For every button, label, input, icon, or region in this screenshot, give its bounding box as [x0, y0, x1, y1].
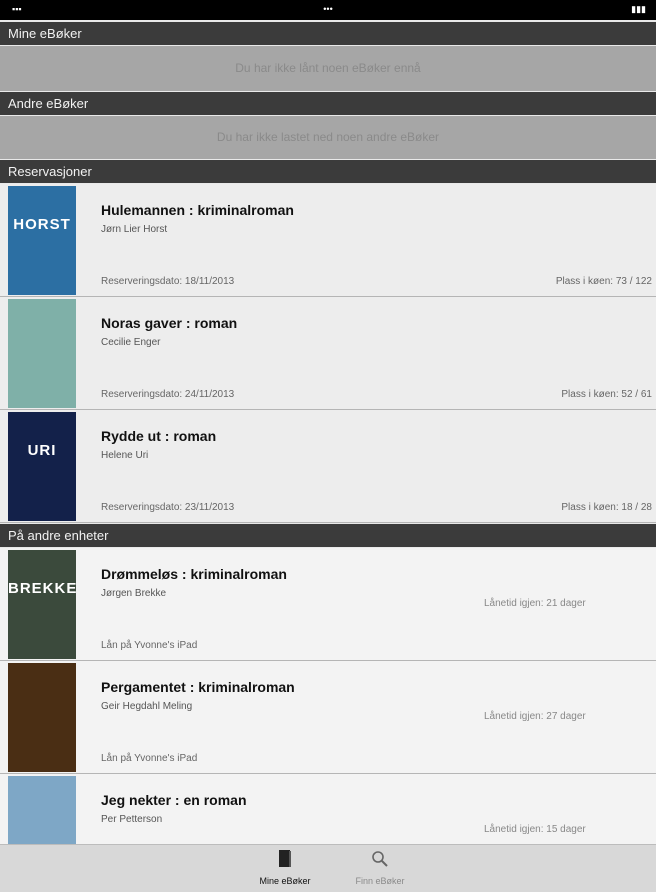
- search-icon: [372, 851, 388, 867]
- tab-my-ebooks[interactable]: Mine eBøker: [250, 849, 320, 886]
- battery-icon: ▮▮▮: [631, 4, 646, 14]
- cover-text: URI: [27, 442, 57, 459]
- book-title: Jeg nekter : en roman: [101, 792, 247, 808]
- book-icon: [279, 850, 291, 867]
- tab-label: Finn eBøker: [355, 876, 405, 886]
- status-clock: •••: [323, 4, 333, 14]
- device-loan-row[interactable]: BREKKE Drømmeløs : kriminalroman Jørgen …: [0, 548, 656, 661]
- reservation-date: Reserveringsdato: 18/11/2013: [101, 276, 235, 287]
- loan-time-remaining: Lånetid igjen: 15 dager: [484, 824, 586, 835]
- tab-find-ebooks[interactable]: Finn eBøker: [345, 849, 415, 886]
- book-cover: BREKKE: [8, 550, 76, 659]
- app-window: ▪▪▪ ••• ▮▮▮ Mine eBøker Du har ikke lånt…: [0, 0, 656, 892]
- loan-time-remaining: Lånetid igjen: 27 dager: [484, 711, 586, 722]
- queue-position: Plass i køen: 18 / 28: [561, 502, 652, 513]
- book-cover: [8, 299, 76, 408]
- queue-position: Plass i køen: 52 / 61: [561, 389, 652, 400]
- book-title: Noras gaver : roman: [101, 315, 238, 331]
- book-cover: URI: [8, 412, 76, 521]
- loan-time-remaining: Lånetid igjen: 21 dager: [484, 598, 586, 609]
- book-title: Rydde ut : roman: [101, 428, 217, 444]
- section-header-reservations: Reservasjoner: [0, 160, 656, 183]
- book-author: Helene Uri: [101, 450, 149, 461]
- book-author: Cecilie Enger: [101, 337, 161, 348]
- section-header-other-ebooks: Andre eBøker: [0, 92, 656, 115]
- book-title: Drømmeløs : kriminalroman: [101, 566, 287, 582]
- section-header-my-ebooks: Mine eBøker: [0, 22, 656, 45]
- cover-text: BREKKE: [8, 580, 76, 597]
- reservation-row[interactable]: Noras gaver : roman Cecilie Enger Reserv…: [0, 297, 656, 410]
- reservation-row[interactable]: HORST Hulemannen : kriminalroman Jørn Li…: [0, 184, 656, 297]
- cover-text: HORST: [13, 216, 71, 233]
- status-bar: ▪▪▪ ••• ▮▮▮: [0, 0, 656, 20]
- device-loan-row[interactable]: Pergamentet : kriminalroman Geir Hegdahl…: [0, 661, 656, 774]
- tab-label: Mine eBøker: [259, 876, 311, 886]
- other-ebooks-empty-message: Du har ikke lastet ned noen andre eBøker: [0, 116, 656, 159]
- reservation-row[interactable]: URI Rydde ut : roman Helene Uri Reserver…: [0, 410, 656, 523]
- device-name: Lån på Yvonne's iPad: [101, 753, 198, 764]
- tab-bar: Mine eBøker Finn eBøker: [0, 844, 656, 892]
- section-header-other-devices: På andre enheter: [0, 524, 656, 547]
- reservation-date: Reserveringsdato: 23/11/2013: [101, 502, 235, 513]
- device-name: Lån på Yvonne's iPad: [101, 640, 198, 651]
- book-cover: [8, 776, 76, 846]
- book-title: Hulemannen : kriminalroman: [101, 202, 294, 218]
- book-author: Per Petterson: [101, 814, 163, 825]
- book-cover: HORST: [8, 186, 76, 295]
- queue-position: Plass i køen: 73 / 122: [555, 276, 652, 287]
- book-cover: [8, 663, 76, 772]
- device-loan-row[interactable]: Jeg nekter : en roman Per Petterson Låne…: [0, 774, 656, 846]
- book-author: Geir Hegdahl Meling: [101, 701, 193, 712]
- book-author: Jørgen Brekke: [101, 588, 167, 599]
- reservation-date: Reserveringsdato: 24/11/2013: [101, 389, 235, 400]
- book-title: Pergamentet : kriminalroman: [101, 679, 295, 695]
- book-author: Jørn Lier Horst: [101, 224, 168, 235]
- my-ebooks-empty-message: Du har ikke lånt noen eBøker ennå: [0, 46, 656, 91]
